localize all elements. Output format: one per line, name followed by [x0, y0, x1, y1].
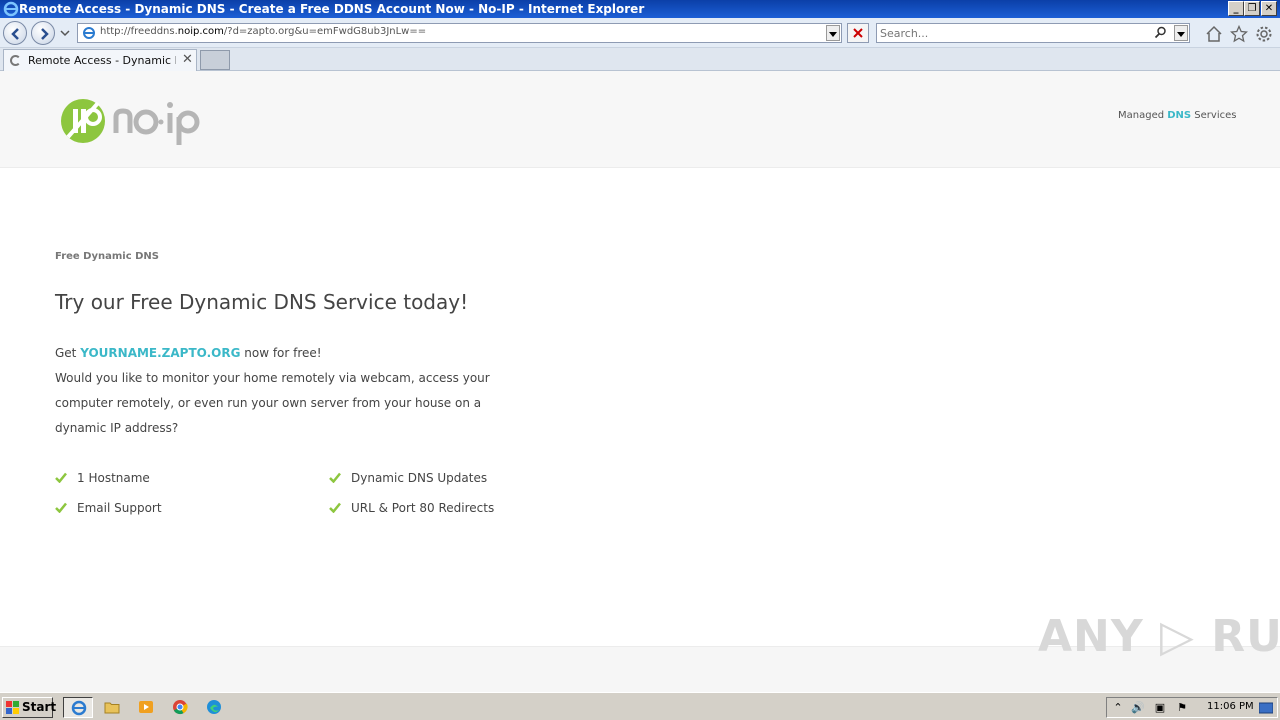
address-url[interactable]: http://freeddns.noip.com/?d=zapto.org&u=… — [100, 26, 426, 37]
checkmark-icon — [55, 502, 67, 513]
favorites-star-icon[interactable] — [1230, 25, 1248, 43]
address-bar[interactable]: http://freeddns.noip.com/?d=zapto.org&u=… — [77, 23, 842, 43]
tab-active[interactable]: Remote Access - Dynamic D... ✕ — [3, 49, 197, 71]
navigation-bar: http://freeddns.noip.com/?d=zapto.org&u=… — [0, 18, 1280, 48]
tab-strip: Remote Access - Dynamic D... ✕ — [0, 48, 1280, 71]
action-center-flag-icon[interactable]: ⚑ — [1175, 701, 1189, 715]
back-arrow-icon — [11, 28, 19, 40]
anyrun-watermark: ANY ▷ RUN — [1038, 611, 1280, 662]
tab-close-button[interactable]: ✕ — [182, 52, 193, 67]
site-tagline: Managed DNS Services — [1118, 110, 1237, 121]
minimize-button[interactable]: _ — [1228, 1, 1244, 16]
search-box[interactable] — [876, 23, 1190, 43]
chevron-down-icon — [829, 32, 837, 37]
search-provider-dropdown[interactable] — [1174, 25, 1188, 41]
page-viewport: Managed DNS Services Free Dynamic DNS Tr… — [0, 71, 1280, 692]
forward-button[interactable] — [31, 21, 55, 45]
page-headline: Try our Free Dynamic DNS Service today! — [55, 290, 469, 314]
history-dropdown-icon[interactable] — [60, 29, 70, 37]
back-button[interactable] — [3, 21, 27, 45]
show-desktop-icon[interactable] — [1259, 702, 1273, 716]
stop-x-icon — [853, 28, 863, 38]
speaker-icon[interactable]: 🔊 — [1131, 701, 1145, 715]
stop-button[interactable] — [847, 23, 869, 43]
chrome-icon — [173, 700, 188, 715]
media-player-icon — [139, 701, 153, 713]
taskbar: Start ⌃ 🔊 ▣ ⚑ 11:06 PM — [0, 692, 1280, 720]
checkmark-icon — [329, 472, 341, 483]
intro-body: Would you like to monitor your home remo… — [55, 371, 490, 435]
edge-icon — [207, 700, 221, 714]
checkmark-icon — [329, 502, 341, 513]
close-window-button[interactable]: ✕ — [1261, 1, 1277, 16]
forward-arrow-icon — [41, 28, 49, 40]
site-header: Managed DNS Services — [0, 71, 1280, 168]
checkmark-icon — [55, 472, 67, 483]
taskbar-clock[interactable]: 11:06 PM — [1207, 701, 1254, 712]
internet-explorer-icon — [71, 700, 87, 716]
taskbar-file-explorer[interactable] — [97, 697, 127, 718]
chevron-down-icon — [1177, 32, 1185, 37]
taskbar-chrome[interactable] — [165, 697, 195, 718]
search-icon[interactable] — [1154, 26, 1167, 39]
taskbar-edge[interactable] — [199, 697, 229, 718]
search-input[interactable] — [880, 25, 1150, 41]
folder-icon — [104, 702, 120, 714]
start-button[interactable]: Start — [2, 697, 57, 718]
ie-page-icon — [83, 27, 95, 39]
window-title: Remote Access - Dynamic DNS - Create a F… — [19, 2, 645, 16]
gear-icon[interactable] — [1255, 25, 1273, 43]
noip-logo[interactable] — [58, 95, 203, 147]
window-titlebar: Remote Access - Dynamic DNS - Create a F… — [0, 0, 1280, 18]
taskbar-internet-explorer[interactable] — [63, 697, 93, 718]
home-icon[interactable] — [1205, 25, 1223, 43]
new-tab-button[interactable] — [200, 50, 230, 70]
start-label: Start — [22, 700, 57, 714]
intro-text: Get YOURNAME.ZAPTO.ORG now for free! Wou… — [55, 341, 525, 441]
restore-button[interactable]: ❐ — [1244, 1, 1260, 16]
windows-flag-icon — [6, 701, 19, 714]
system-tray: ⌃ 🔊 ▣ ⚑ 11:06 PM — [1106, 697, 1278, 718]
network-icon[interactable]: ▣ — [1153, 701, 1167, 715]
internet-explorer-icon — [3, 1, 19, 17]
section-eyebrow: Free Dynamic DNS — [55, 251, 159, 262]
tab-label: Remote Access - Dynamic D... — [28, 54, 176, 67]
tray-expand-icon[interactable]: ⌃ — [1111, 701, 1125, 715]
address-dropdown-button[interactable] — [826, 25, 840, 41]
taskbar-media-player[interactable] — [131, 697, 161, 718]
loading-spinner-icon — [10, 55, 21, 66]
hostname-highlight: YOURNAME.ZAPTO.ORG — [80, 346, 241, 360]
